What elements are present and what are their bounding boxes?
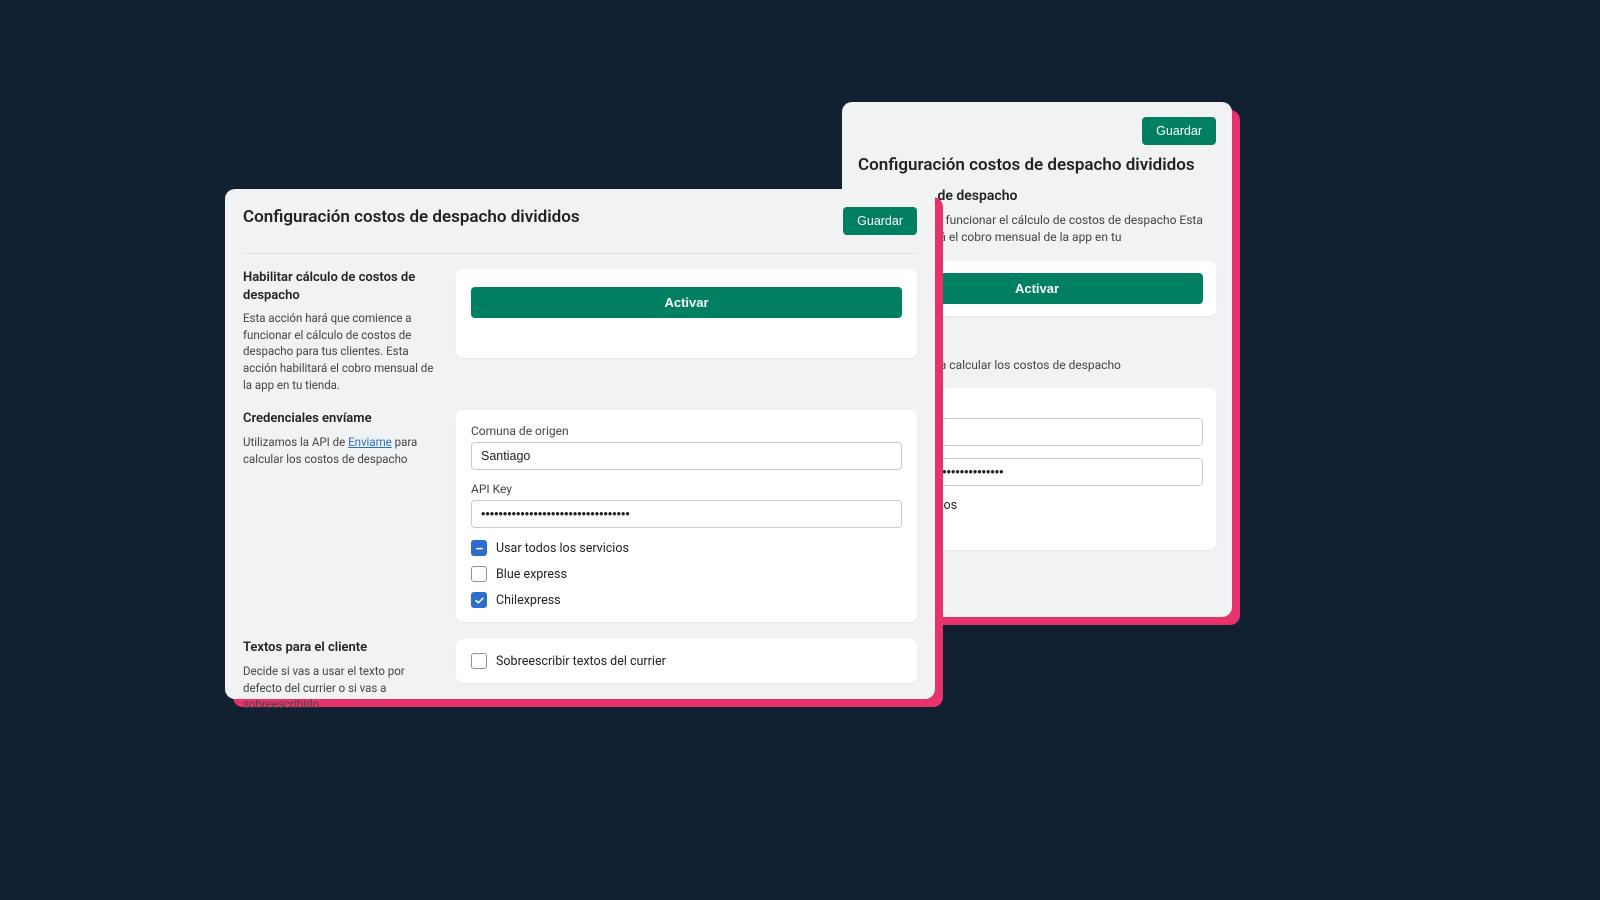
chk-all-row[interactable]: Usar todos los servicios <box>471 540 902 556</box>
chk-blue-row[interactable]: Blue express <box>471 566 902 582</box>
creds-desc: Utilizamos la API de Enviame para calcul… <box>243 434 438 467</box>
enable-row: Habilitar cálculo de costos de despacho … <box>243 269 917 393</box>
page-title-front: Configuración costos de despacho dividid… <box>243 207 580 227</box>
checkbox-indeterminate-icon <box>471 540 487 556</box>
checkbox-checked-icon <box>471 592 487 608</box>
save-button-back[interactable]: Guardar <box>1142 117 1216 145</box>
chk-override-label: Sobreescribir textos del currier <box>496 654 666 669</box>
creds-panel: Comuna de origen API Key Usar todos los … <box>456 410 917 622</box>
chk-chile-row[interactable]: Chilexpress <box>471 592 902 608</box>
chk-all-label: Usar todos los servicios <box>496 541 629 556</box>
page-title-back: Configuración costos de despacho dividid… <box>858 155 1195 175</box>
texts-heading: Textos para el cliente <box>243 639 438 657</box>
config-card-front: Configuración costos de despacho dividid… <box>225 189 935 699</box>
chk-chile-label: Chilexpress <box>496 593 561 608</box>
checkbox-empty-icon <box>471 566 487 582</box>
enviame-link[interactable]: Enviame <box>348 435 392 449</box>
creds-row: Credenciales envíame Utilizamos la API d… <box>243 410 917 622</box>
enable-desc: Esta acción hará que comience a funciona… <box>243 310 438 393</box>
enable-heading: Habilitar cálculo de costos de despacho <box>243 269 438 304</box>
save-button-front[interactable]: Guardar <box>843 207 917 235</box>
comuna-label: Comuna de origen <box>471 424 902 438</box>
apikey-label: API Key <box>471 482 902 496</box>
checkbox-empty-icon <box>471 653 487 669</box>
enable-panel: Activar <box>456 269 917 358</box>
texts-panel: Sobreescribir textos del currier <box>456 639 917 683</box>
creds-heading: Credenciales envíame <box>243 410 438 428</box>
texts-desc: Decide si vas a usar el texto por defect… <box>243 663 438 713</box>
header-front: Configuración costos de despacho dividid… <box>243 207 917 254</box>
header-back: Guardar Configuración costos de despacho… <box>858 117 1216 175</box>
activate-button[interactable]: Activar <box>471 287 902 318</box>
chk-blue-label: Blue express <box>496 567 567 582</box>
comuna-input[interactable] <box>471 442 902 470</box>
texts-row: Textos para el cliente Decide si vas a u… <box>243 639 917 713</box>
chk-override-row[interactable]: Sobreescribir textos del currier <box>471 653 902 669</box>
apikey-input[interactable] <box>471 500 902 528</box>
